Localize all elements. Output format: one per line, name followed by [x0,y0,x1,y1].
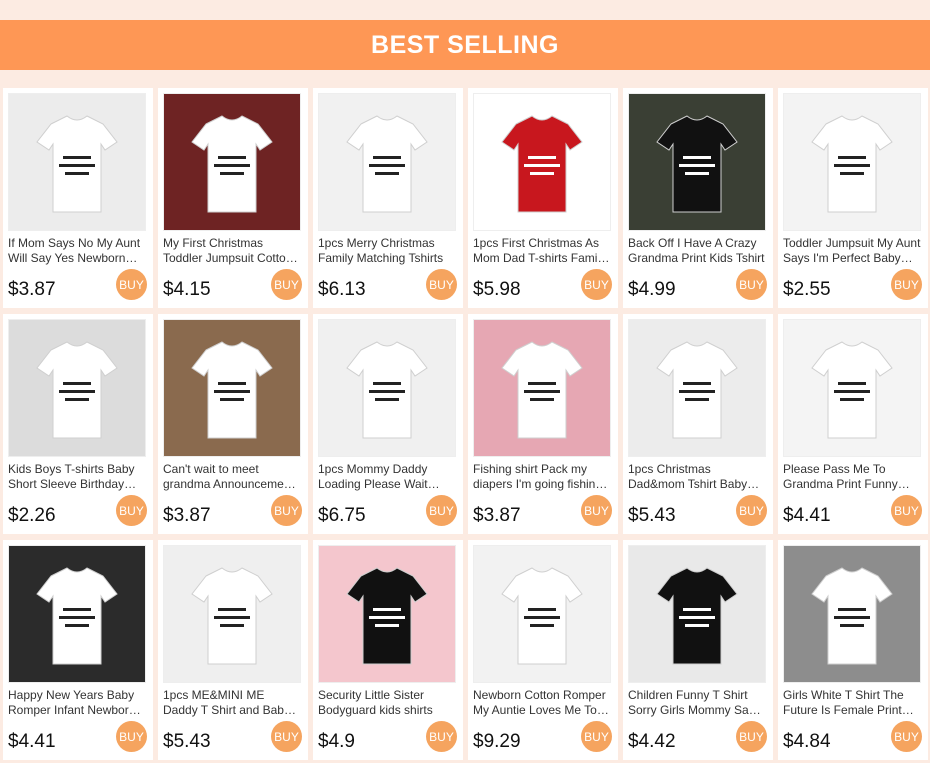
product-image[interactable] [783,319,921,457]
product-card[interactable]: 1pcs First Christmas As Mom Dad T-shirts… [468,88,618,308]
product-card[interactable]: My First Christmas Toddler Jumpsuit Cott… [158,88,308,308]
product-image[interactable] [163,93,301,231]
product-title[interactable]: My First Christmas Toddler Jumpsuit Cott… [163,236,301,266]
product-card[interactable]: Can't wait to meet grandma Announcement … [158,314,308,534]
product-card[interactable]: If Mom Says No My Aunt Will Say Yes Newb… [3,88,153,308]
product-title[interactable]: Happy New Years Baby Romper Infant Newbo… [8,688,146,718]
product-title[interactable]: If Mom Says No My Aunt Will Say Yes Newb… [8,236,146,266]
product-image[interactable] [318,545,456,683]
buy-button[interactable]: BUY [891,495,922,526]
product-card[interactable]: Toddler Jumpsuit My Aunt Says I'm Perfec… [778,88,928,308]
product-price: $5.43 [163,731,211,752]
product-card[interactable]: Fishing shirt Pack my diapers I'm going … [468,314,618,534]
product-title[interactable]: Kids Boys T-shirts Baby Short Sleeve Bir… [8,462,146,492]
product-card[interactable]: Kids Boys T-shirts Baby Short Sleeve Bir… [3,314,153,534]
product-title[interactable]: 1pcs Merry Christmas Family Matching Tsh… [318,236,456,266]
buy-button[interactable]: BUY [581,269,612,300]
product-price: $3.87 [473,505,521,526]
product-title[interactable]: 1pcs Christmas Dad&mom Tshirt Baby Rompe… [628,462,766,492]
product-title[interactable]: Toddler Jumpsuit My Aunt Says I'm Perfec… [783,236,921,266]
product-price: $3.87 [8,279,56,300]
product-image[interactable] [8,319,146,457]
product-price: $4.42 [628,731,676,752]
product-card[interactable]: Newborn Cotton Romper My Auntie Loves Me… [468,540,618,760]
product-image[interactable] [628,545,766,683]
best-selling-banner: BEST SELLING [0,20,930,70]
product-image[interactable] [473,319,611,457]
buy-button[interactable]: BUY [426,721,457,752]
product-image[interactable] [8,545,146,683]
product-title[interactable]: Please Pass Me To Grandma Print Funny Ba… [783,462,921,492]
product-card[interactable]: Security Little Sister Bodyguard kids sh… [313,540,463,760]
product-title[interactable]: Girls White T Shirt The Future Is Female… [783,688,921,718]
product-price: $4.41 [8,731,56,752]
product-card[interactable]: Children Funny T Shirt Sorry Girls Mommy… [623,540,773,760]
buy-button[interactable]: BUY [736,269,767,300]
buy-button[interactable]: BUY [581,721,612,752]
product-card[interactable]: Girls White T Shirt The Future Is Female… [778,540,928,760]
product-image[interactable] [163,319,301,457]
buy-button[interactable]: BUY [271,721,302,752]
product-price: $6.75 [318,505,366,526]
buy-button[interactable]: BUY [116,269,147,300]
buy-button[interactable]: BUY [581,495,612,526]
product-price: $4.15 [163,279,211,300]
product-price: $2.26 [8,505,56,526]
product-image[interactable] [163,545,301,683]
product-title[interactable]: Newborn Cotton Romper My Auntie Loves Me… [473,688,611,718]
buy-button[interactable]: BUY [116,721,147,752]
product-title[interactable]: 1pcs ME&MINI ME Daddy T Shirt and Baby R… [163,688,301,718]
product-card[interactable]: 1pcs Christmas Dad&mom Tshirt Baby Rompe… [623,314,773,534]
product-price: $2.55 [783,279,831,300]
product-card[interactable]: 1pcs ME&MINI ME Daddy T Shirt and Baby R… [158,540,308,760]
product-card[interactable]: Happy New Years Baby Romper Infant Newbo… [3,540,153,760]
product-price: $6.13 [318,279,366,300]
product-card[interactable]: Back Off I Have A Crazy Grandma Print Ki… [623,88,773,308]
product-price: $5.43 [628,505,676,526]
product-image[interactable] [473,93,611,231]
product-price: $4.84 [783,731,831,752]
buy-button[interactable]: BUY [271,269,302,300]
product-image[interactable] [8,93,146,231]
product-price: $4.41 [783,505,831,526]
product-price: $4.99 [628,279,676,300]
product-image[interactable] [318,319,456,457]
product-image[interactable] [628,319,766,457]
product-card[interactable]: 1pcs Merry Christmas Family Matching Tsh… [313,88,463,308]
product-image[interactable] [473,545,611,683]
product-card[interactable]: Please Pass Me To Grandma Print Funny Ba… [778,314,928,534]
buy-button[interactable]: BUY [116,495,147,526]
product-card[interactable]: 1pcs Mommy Daddy Loading Please Wait Cou… [313,314,463,534]
buy-button[interactable]: BUY [271,495,302,526]
product-title[interactable]: 1pcs First Christmas As Mom Dad T-shirts… [473,236,611,266]
product-price: $9.29 [473,731,521,752]
buy-button[interactable]: BUY [891,269,922,300]
buy-button[interactable]: BUY [736,721,767,752]
product-title[interactable]: Security Little Sister Bodyguard kids sh… [318,688,456,718]
section-title: BEST SELLING [371,30,559,59]
buy-button[interactable]: BUY [426,269,457,300]
product-title[interactable]: Can't wait to meet grandma Announcement … [163,462,301,492]
buy-button[interactable]: BUY [426,495,457,526]
product-price: $4.9 [318,731,355,752]
product-title[interactable]: 1pcs Mommy Daddy Loading Please Wait Cou… [318,462,456,492]
product-title[interactable]: Fishing shirt Pack my diapers I'm going … [473,462,611,492]
product-image[interactable] [783,93,921,231]
product-title[interactable]: Back Off I Have A Crazy Grandma Print Ki… [628,236,766,266]
product-image[interactable] [783,545,921,683]
product-price: $5.98 [473,279,521,300]
product-price: $3.87 [163,505,211,526]
buy-button[interactable]: BUY [891,721,922,752]
product-grid: If Mom Says No My Aunt Will Say Yes Newb… [3,88,928,760]
product-image[interactable] [318,93,456,231]
product-title[interactable]: Children Funny T Shirt Sorry Girls Mommy… [628,688,766,718]
product-image[interactable] [628,93,766,231]
buy-button[interactable]: BUY [736,495,767,526]
